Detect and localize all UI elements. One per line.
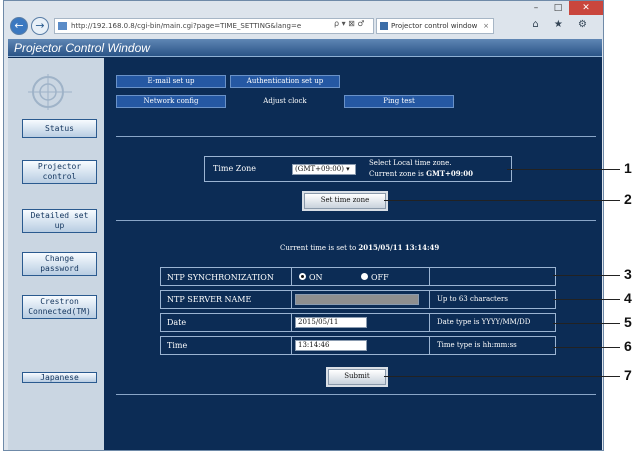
back-arrow-icon[interactable]: ← bbox=[10, 17, 28, 35]
column-divider bbox=[429, 291, 430, 308]
sidebar-item-change-password[interactable]: Change password bbox=[22, 252, 97, 276]
callout-number: 6 bbox=[624, 338, 632, 354]
column-divider bbox=[429, 337, 430, 354]
column-divider bbox=[291, 268, 292, 285]
close-window-button[interactable]: ✕ bbox=[569, 1, 603, 15]
submit-button[interactable]: Submit bbox=[328, 369, 386, 385]
main-panel: E-mail set up Authentication set up Netw… bbox=[104, 58, 602, 450]
time-row: Time 13:14:46 Time type is hh:mm:ss bbox=[160, 336, 556, 355]
ntp-server-label: NTP SERVER NAME bbox=[167, 295, 252, 304]
forward-arrow-icon[interactable]: → bbox=[31, 17, 49, 35]
browser-window: – □ ✕ ← → http://192.168.0.8/cgi-bin/mai… bbox=[3, 0, 604, 451]
tab-authentication-setup[interactable]: Authentication set up bbox=[230, 75, 340, 88]
date-label: Date bbox=[167, 318, 187, 327]
current-zone-text: Current zone is GMT+09:00 bbox=[369, 169, 473, 178]
divider bbox=[116, 394, 596, 395]
column-divider bbox=[291, 337, 292, 354]
tab-favicon-icon bbox=[380, 22, 388, 30]
callout-line bbox=[553, 275, 620, 276]
callout-line bbox=[553, 323, 620, 324]
sidebar-item-detailed-setup[interactable]: Detailed set up bbox=[22, 209, 97, 233]
date-format-hint: Date type is YYYY/MM/DD bbox=[437, 318, 531, 326]
callout-line bbox=[553, 299, 620, 300]
current-zone-prefix: Current zone is bbox=[369, 170, 427, 178]
callout-line bbox=[384, 200, 620, 201]
tab-title: Projector control window bbox=[391, 22, 478, 30]
url-text: http://192.168.0.8/cgi-bin/main.cgi?page… bbox=[71, 22, 302, 30]
column-divider bbox=[291, 314, 292, 331]
callout-line bbox=[384, 376, 620, 377]
ntp-off-radio[interactable] bbox=[361, 273, 368, 280]
callout-line bbox=[553, 347, 620, 348]
ntp-on-label: ON bbox=[309, 273, 323, 282]
browser-tab[interactable]: Projector control window × bbox=[376, 18, 494, 34]
ntp-server-hint: Up to 63 characters bbox=[437, 295, 508, 303]
column-divider bbox=[429, 268, 430, 285]
callout-line bbox=[507, 169, 620, 170]
window-controls: – □ ✕ bbox=[525, 1, 603, 15]
ntp-server-row: NTP SERVER NAME Up to 63 characters bbox=[160, 290, 556, 309]
ntp-sync-row: NTP SYNCHRONIZATION ON OFF bbox=[160, 267, 556, 286]
projector-page: Projector Control Window Status Projecto… bbox=[8, 39, 602, 450]
tab-ping-test[interactable]: Ping test bbox=[344, 95, 454, 108]
maximize-button[interactable]: □ bbox=[547, 1, 569, 15]
ntp-server-input[interactable] bbox=[295, 294, 419, 305]
sidebar: Status Projector control Detailed set up… bbox=[8, 58, 104, 450]
divider bbox=[116, 220, 596, 221]
time-input[interactable]: 13:14:46 bbox=[295, 340, 367, 351]
sidebar-item-projector-control[interactable]: Projector control bbox=[22, 160, 97, 184]
callout-number: 4 bbox=[624, 290, 632, 306]
address-row: ← → http://192.168.0.8/cgi-bin/main.cgi?… bbox=[4, 15, 603, 37]
sidebar-item-japanese[interactable]: Japanese bbox=[22, 372, 97, 383]
tab-adjust-clock[interactable]: Adjust clock bbox=[230, 95, 340, 108]
date-input[interactable]: 2015/05/11 bbox=[295, 317, 367, 328]
page-title: Projector Control Window bbox=[14, 41, 150, 55]
projector-logo-icon bbox=[28, 74, 72, 110]
ntp-on-radio[interactable] bbox=[299, 273, 306, 280]
ntp-off-label: OFF bbox=[371, 273, 389, 282]
address-bar[interactable]: http://192.168.0.8/cgi-bin/main.cgi?page… bbox=[54, 18, 374, 34]
current-time-value: 2015/05/11 13:14:49 bbox=[358, 243, 440, 252]
tab-email-setup[interactable]: E-mail set up bbox=[116, 75, 226, 88]
address-tools[interactable]: ρ ▾ ⊠ ♂ bbox=[334, 19, 365, 28]
page-favicon-icon bbox=[58, 22, 67, 30]
current-time-text: Current time is set to 2015/05/11 13:14:… bbox=[280, 243, 439, 252]
callout-number: 3 bbox=[624, 266, 632, 282]
current-time-prefix: Current time is set to bbox=[280, 244, 359, 252]
ntp-sync-label: NTP SYNCHRONIZATION bbox=[167, 273, 274, 282]
page-header: Projector Control Window bbox=[8, 39, 602, 57]
column-divider bbox=[429, 314, 430, 331]
callout-number: 1 bbox=[624, 160, 632, 176]
callout-number: 7 bbox=[624, 367, 632, 383]
callout-number: 2 bbox=[624, 191, 632, 207]
callout-number: 5 bbox=[624, 314, 632, 330]
time-label: Time bbox=[167, 341, 188, 350]
column-divider bbox=[291, 291, 292, 308]
browser-toolbar-icons[interactable]: ⌂ ★ ⚙ bbox=[532, 19, 593, 30]
set-time-zone-button[interactable]: Set time zone bbox=[304, 193, 386, 209]
time-zone-select[interactable]: (GMT+09:00) ▾ bbox=[292, 164, 356, 175]
tab-close-icon[interactable]: × bbox=[483, 19, 489, 33]
time-zone-label: Time Zone bbox=[213, 164, 257, 173]
divider bbox=[116, 136, 596, 137]
tab-network-config[interactable]: Network config bbox=[116, 95, 226, 108]
time-zone-hint: Select Local time zone. bbox=[369, 159, 452, 167]
time-zone-row: Time Zone (GMT+09:00) ▾ Select Local tim… bbox=[204, 156, 512, 182]
date-row: Date 2015/05/11 Date type is YYYY/MM/DD bbox=[160, 313, 556, 332]
sidebar-item-crestron[interactable]: Crestron Connected(TM) bbox=[22, 295, 97, 319]
sidebar-item-status[interactable]: Status bbox=[22, 119, 97, 138]
time-format-hint: Time type is hh:mm:ss bbox=[437, 341, 517, 349]
minimize-button[interactable]: – bbox=[525, 1, 547, 15]
current-zone-value: GMT+09:00 bbox=[426, 169, 473, 178]
